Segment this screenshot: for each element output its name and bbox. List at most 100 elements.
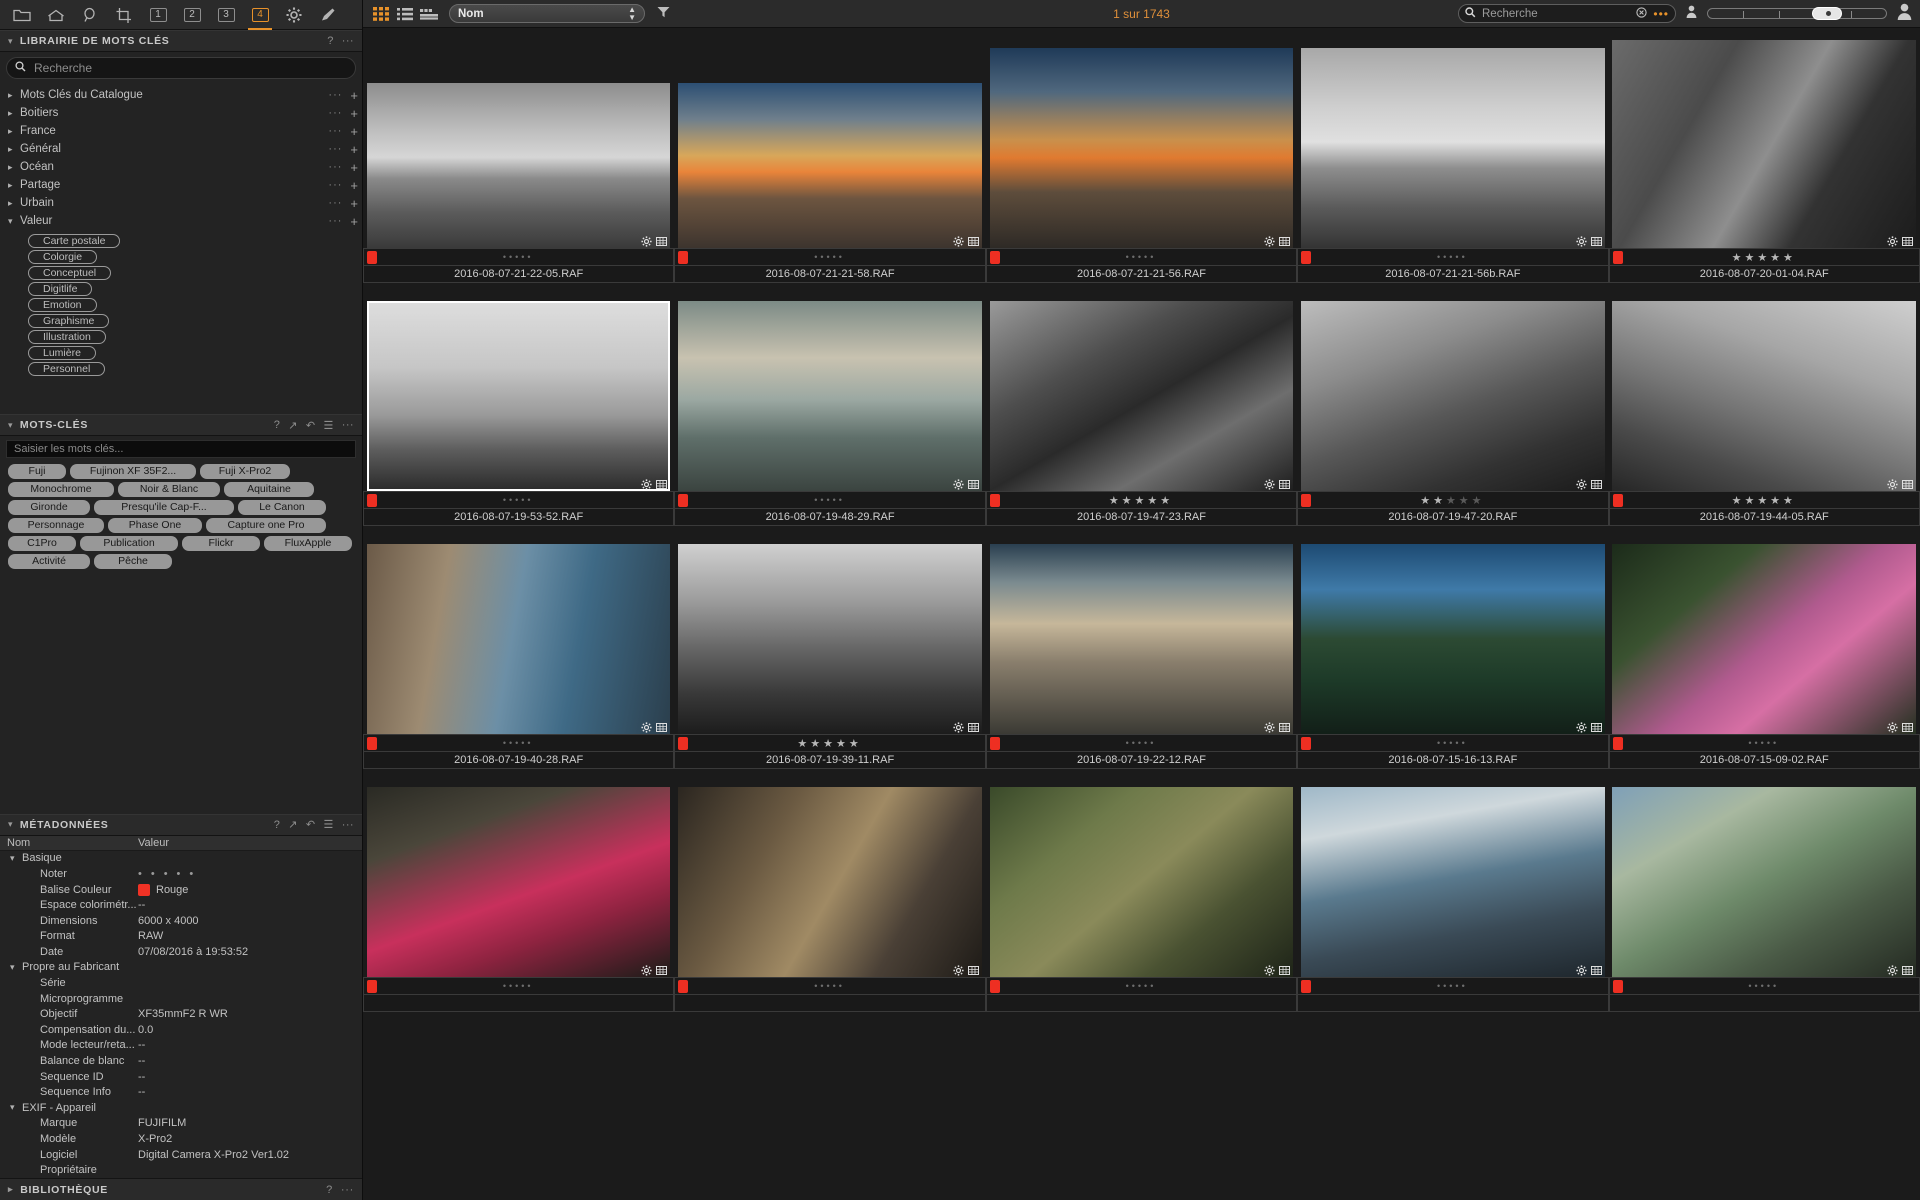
star-rating[interactable]: ★★★★★ — [1623, 251, 1919, 264]
chevron-right-icon[interactable]: ▸ — [8, 126, 20, 137]
metadata-group-row[interactable]: ▾ EXIF - Appareil — [0, 1100, 362, 1116]
menu-icon[interactable]: ☰ — [324, 818, 334, 831]
home-icon[interactable] — [40, 1, 72, 29]
thumbnail-image[interactable] — [989, 787, 1294, 977]
tool-tab-2[interactable]: 2 — [176, 1, 208, 29]
expand-icon[interactable]: ↗ — [288, 419, 298, 432]
gear-icon[interactable] — [1576, 477, 1587, 490]
tool-tab-3[interactable]: 3 — [210, 1, 242, 29]
thumbnail-image[interactable] — [678, 83, 982, 248]
thumbnail-cell[interactable] — [674, 289, 986, 491]
person-large-icon[interactable] — [1897, 3, 1912, 25]
search-icon[interactable] — [74, 1, 106, 29]
grid-icon[interactable] — [1902, 234, 1914, 246]
star-rating[interactable]: ★★★★★ — [1311, 494, 1607, 507]
thumbnail-image[interactable] — [1301, 48, 1605, 248]
keyword-tree-row[interactable]: ▸ Urbain ··· + — [0, 194, 362, 212]
help-icon[interactable]: ? — [327, 35, 334, 47]
keyword-value-pill[interactable]: Conceptuel — [28, 266, 112, 280]
color-tag[interactable] — [678, 250, 689, 264]
keyword-value-pill[interactable]: Digitlife — [28, 282, 93, 296]
gear-icon[interactable] — [641, 234, 653, 247]
keyword-value-pill[interactable]: Illustration — [28, 330, 106, 344]
thumbnail-cell[interactable] — [1608, 775, 1920, 977]
gear-icon[interactable] — [1264, 720, 1275, 733]
chevron-right-icon[interactable]: ▸ — [8, 180, 20, 191]
thumbnail-image[interactable] — [1301, 544, 1605, 734]
thumbnail-image[interactable] — [1301, 787, 1605, 977]
star-rating[interactable]: ••••• — [1311, 738, 1607, 748]
grid-icon[interactable] — [967, 477, 979, 489]
thumbnail-cell[interactable] — [1297, 289, 1609, 491]
keyword-tag[interactable]: Le Canon — [238, 500, 326, 515]
more-options-icon[interactable]: ··· — [328, 89, 342, 101]
star-rating[interactable]: ••••• — [688, 252, 984, 262]
reset-icon[interactable]: ↶ — [306, 419, 316, 432]
gear-icon[interactable] — [953, 234, 964, 247]
color-tag[interactable] — [678, 493, 689, 507]
folder-icon[interactable] — [6, 1, 38, 29]
color-tag[interactable] — [1612, 736, 1623, 750]
thumbnail-cell[interactable] — [985, 775, 1298, 977]
keyword-tag[interactable]: Flickr — [182, 536, 260, 551]
star-rating[interactable]: ••••• — [1311, 981, 1607, 991]
add-keyword-icon[interactable]: + — [350, 143, 358, 156]
clear-icon[interactable] — [1636, 6, 1648, 21]
thumbnail-image[interactable] — [366, 787, 671, 977]
add-keyword-icon[interactable]: + — [350, 161, 358, 174]
grid-icon[interactable] — [1279, 720, 1291, 732]
menu-icon[interactable]: ☰ — [324, 419, 334, 432]
keyword-tag[interactable]: C1Pro — [8, 536, 76, 551]
gear-icon[interactable] — [1887, 963, 1898, 976]
keyword-value-pill[interactable]: Personnel — [28, 362, 106, 376]
grid-icon[interactable] — [1279, 234, 1291, 246]
keyword-search-input[interactable] — [34, 61, 347, 75]
grid-icon[interactable] — [656, 963, 668, 975]
keyword-tag[interactable]: Aquitaine — [224, 482, 314, 497]
keyword-tag[interactable]: Activité — [8, 554, 90, 569]
thumbnail-cell[interactable] — [985, 289, 1298, 491]
grid-icon[interactable] — [1590, 720, 1602, 732]
chevron-right-icon[interactable]: ▸ — [8, 1184, 13, 1195]
keyword-value-pill[interactable]: Carte postale — [28, 234, 121, 248]
chevron-right-icon[interactable]: ▸ — [8, 198, 20, 209]
grid-icon[interactable] — [656, 477, 668, 489]
keyword-library-header[interactable]: ▾ LIBRAIRIE DE MOTS CLÉS ? ··· — [0, 30, 362, 52]
chevron-down-icon[interactable]: ▾ — [8, 819, 13, 830]
keyword-tag[interactable]: Publication — [80, 536, 178, 551]
add-keyword-icon[interactable]: + — [350, 197, 358, 210]
more-options-icon[interactable]: ··· — [342, 35, 354, 47]
grid-icon[interactable] — [1279, 477, 1291, 489]
color-tag[interactable] — [678, 979, 689, 993]
more-options-icon[interactable]: ··· — [328, 143, 342, 155]
grid-icon[interactable] — [967, 234, 979, 246]
thumbnail-cell[interactable] — [674, 775, 986, 977]
gear-icon[interactable] — [1887, 477, 1898, 490]
thumbnail-image[interactable] — [366, 301, 671, 491]
star-rating[interactable]: ••••• — [1311, 252, 1607, 262]
thumbnail-cell[interactable] — [1608, 28, 1920, 248]
grid-icon[interactable] — [656, 720, 668, 732]
gear-icon[interactable] — [1576, 963, 1587, 976]
add-keyword-icon[interactable]: + — [350, 107, 358, 120]
keyword-value-pill[interactable]: Emotion — [28, 298, 97, 312]
star-rating[interactable]: ★★★★★ — [1623, 494, 1919, 507]
grid-icon[interactable] — [1590, 963, 1602, 975]
keyword-tree-row[interactable]: ▾ Valeur ··· + — [0, 212, 362, 230]
grid-icon[interactable] — [1902, 477, 1914, 489]
help-icon[interactable]: ? — [274, 819, 281, 831]
keyword-tag[interactable]: FluxApple — [264, 536, 352, 551]
thumbnail-image[interactable] — [989, 48, 1294, 248]
gear-icon[interactable] — [1264, 234, 1275, 247]
thumbnail-image[interactable] — [1612, 301, 1917, 491]
color-tag[interactable] — [1301, 736, 1312, 750]
tool-tab-4[interactable]: 4 — [244, 1, 276, 30]
keyword-tag[interactable]: Monochrome — [8, 482, 114, 497]
gear-icon[interactable] — [953, 477, 964, 490]
thumbnail-cell[interactable] — [1297, 775, 1609, 977]
thumbnail-image[interactable] — [678, 544, 982, 734]
gear-icon[interactable] — [278, 1, 310, 29]
thumbnail-cell[interactable] — [1297, 532, 1609, 734]
color-tag[interactable] — [367, 493, 377, 507]
gear-icon[interactable] — [641, 963, 653, 976]
